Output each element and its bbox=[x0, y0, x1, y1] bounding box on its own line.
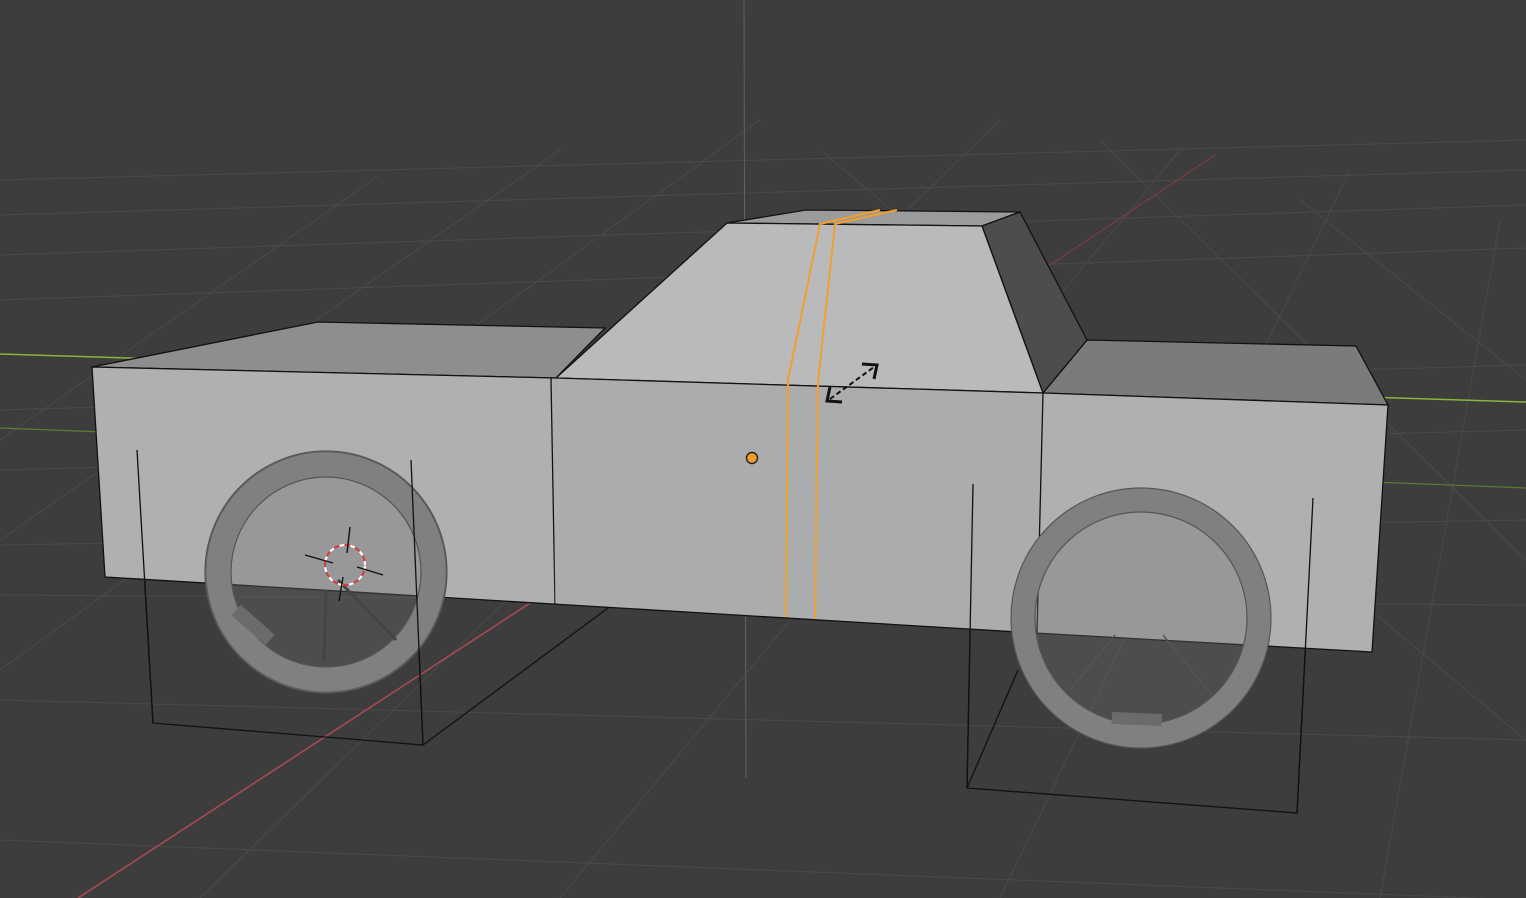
cab-front-face bbox=[554, 222, 1044, 394]
object-origin-icon bbox=[745, 451, 759, 465]
rear-wheel[interactable] bbox=[1010, 487, 1272, 749]
3d-viewport[interactable] bbox=[0, 0, 1526, 898]
viewport-canvas[interactable] bbox=[0, 0, 1526, 898]
door-panel bbox=[553, 379, 1042, 632]
